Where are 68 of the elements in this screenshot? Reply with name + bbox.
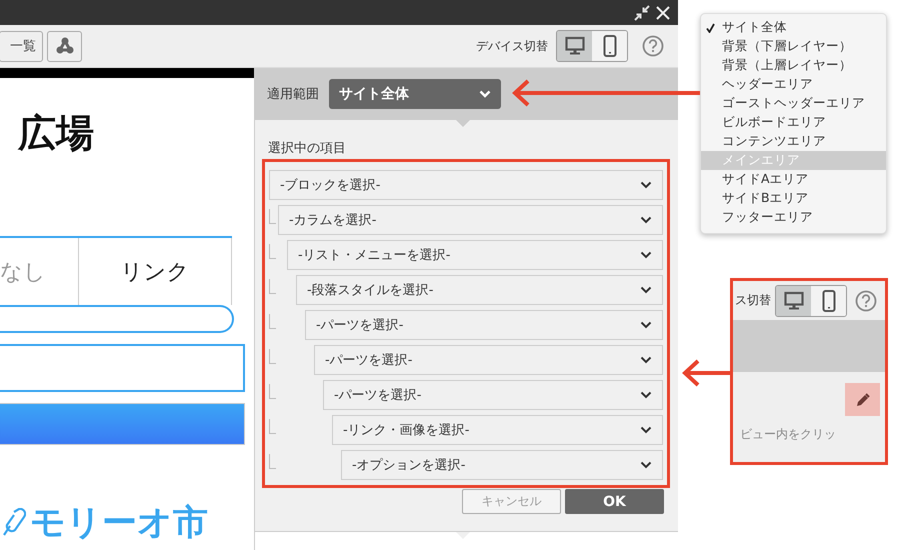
tree-connector xyxy=(269,244,276,259)
menu-item[interactable]: ヘッダーエリア xyxy=(701,75,886,94)
device-label: デバイス切替 xyxy=(476,38,548,54)
chevron-down-icon xyxy=(640,251,652,259)
chevron-down-icon xyxy=(640,391,652,399)
share-icon xyxy=(56,37,74,55)
scope-label: 適用範囲 xyxy=(267,86,319,103)
menu-item[interactable]: 背景（上層レイヤー） xyxy=(701,56,886,75)
mobile-button[interactable] xyxy=(592,31,627,61)
select-dropdown[interactable]: -パーツを選択- xyxy=(323,380,663,410)
select-dropdown[interactable]: -段落スタイルを選択- xyxy=(296,275,663,305)
select-dropdown[interactable]: -オプションを選択- xyxy=(341,450,663,480)
chevron-down-icon xyxy=(640,286,652,294)
tree-connector xyxy=(269,209,276,224)
phone-icon xyxy=(602,35,616,57)
select-dropdown[interactable]: -ブロックを選択- xyxy=(269,170,663,200)
chevron-down-icon xyxy=(640,181,652,189)
chevron-down-icon xyxy=(479,90,491,98)
tree-connector xyxy=(269,454,276,469)
tree-connector xyxy=(269,314,276,329)
ok-button[interactable]: OK xyxy=(565,489,664,514)
chevron-down-icon xyxy=(640,216,652,224)
desktop-button[interactable] xyxy=(776,286,811,316)
menu-item[interactable]: ビルボードエリア xyxy=(701,113,886,132)
tree-connector xyxy=(269,349,276,364)
chevron-down-icon xyxy=(640,461,652,469)
select-dropdown[interactable]: -カラムを選択- xyxy=(278,205,663,235)
select-dropdown[interactable]: -リンク・画像を選択- xyxy=(332,415,663,445)
phone-icon xyxy=(822,290,836,312)
monitor-icon xyxy=(564,36,584,56)
link-icon xyxy=(0,508,26,538)
tree-connector xyxy=(269,384,276,399)
pencil-icon xyxy=(856,392,870,406)
share-button[interactable] xyxy=(47,30,82,62)
chevron-down-icon xyxy=(640,356,652,364)
help-icon[interactable] xyxy=(642,35,664,57)
menu-item[interactable]: 背景（下層レイヤー） xyxy=(701,37,886,56)
tree-connector xyxy=(269,419,276,434)
menu-item[interactable]: サイドBエリア xyxy=(701,189,886,208)
menu-item[interactable]: サイドAエリア xyxy=(701,170,886,189)
page-heading: 広場 xyxy=(16,110,95,157)
collapse-icon[interactable] xyxy=(634,4,650,20)
rounded-field[interactable] xyxy=(0,305,234,333)
scope-dropdown[interactable]: サイト全体 xyxy=(329,79,501,109)
menu-item[interactable]: ゴーストヘッダーエリア xyxy=(701,94,886,113)
tree-connector xyxy=(269,279,276,294)
help-icon[interactable] xyxy=(855,290,877,312)
menu-item[interactable]: コンテンツエリア xyxy=(701,132,886,151)
menu-item[interactable]: フッターエリア xyxy=(701,208,886,227)
desktop-button[interactable] xyxy=(557,31,592,61)
select-dropdown[interactable]: -パーツを選択- xyxy=(314,345,663,375)
close-icon[interactable] xyxy=(656,6,670,20)
edit-button[interactable] xyxy=(845,383,880,416)
select-dropdown[interactable]: -リスト・メニューを選択- xyxy=(287,240,663,270)
menu-item[interactable]: サイト全体 xyxy=(701,18,886,37)
list-button[interactable]: 一覧 xyxy=(0,30,43,62)
pointer-notch xyxy=(456,532,470,539)
select-dropdown[interactable]: -パーツを選択- xyxy=(305,310,663,340)
chevron-down-icon xyxy=(640,426,652,434)
text-field[interactable] xyxy=(0,344,245,392)
logo-text: モリーオ市 xyxy=(30,502,208,545)
section-title: 選択中の項目 xyxy=(268,140,347,157)
mobile-button[interactable] xyxy=(811,286,846,316)
hint-text: ビュー内をクリッ xyxy=(740,426,836,443)
chevron-down-icon xyxy=(640,321,652,329)
preview-tab[interactable]: リンク xyxy=(79,238,232,305)
monitor-icon xyxy=(784,290,804,310)
device-label: ス切替 xyxy=(735,292,771,309)
